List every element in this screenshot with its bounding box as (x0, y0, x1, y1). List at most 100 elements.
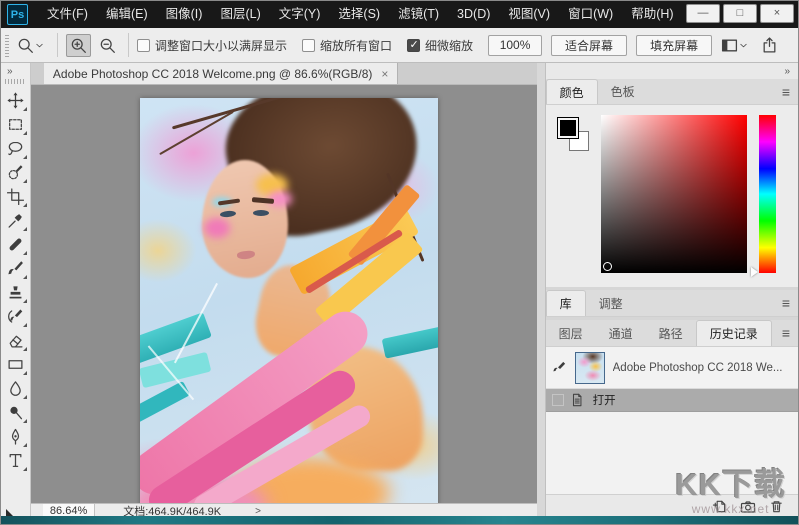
canvas-area[interactable] (31, 85, 537, 503)
delete-state-button[interactable] (769, 499, 784, 514)
flyout-corner (23, 443, 27, 447)
menu-item-6[interactable]: 滤镜(T) (389, 1, 448, 28)
paint-shard-teal (382, 325, 438, 358)
tool-type[interactable] (2, 448, 28, 472)
tool-pen[interactable] (2, 424, 28, 448)
new-document-from-state-button[interactable] (712, 499, 727, 514)
zoom-all-windows-checkbox[interactable] (302, 39, 315, 52)
screen-mode-control[interactable] (721, 37, 749, 54)
menu-item-10[interactable]: 帮助(H) (622, 1, 682, 28)
close-button[interactable]: × (760, 4, 794, 23)
tool-lasso[interactable] (2, 136, 28, 160)
layers-tab-2[interactable]: 路径 (646, 320, 696, 346)
tool-gradient[interactable] (2, 352, 28, 376)
separator (128, 33, 129, 57)
menu-item-8[interactable]: 视图(V) (499, 1, 559, 28)
zoom-tool-indicator[interactable] (17, 37, 45, 54)
tool-history-brush[interactable] (2, 304, 28, 328)
saturation-brightness-field[interactable] (601, 115, 747, 273)
tool-dodge[interactable] (2, 400, 28, 424)
toolbar-overflow-marker (6, 509, 13, 516)
library-tab-1[interactable]: 调整 (586, 290, 636, 316)
tool-move[interactable] (2, 88, 28, 112)
fit-screen-button[interactable]: 适合屏幕 (551, 35, 627, 56)
tool-crop[interactable] (2, 184, 28, 208)
resize-windows-checkbox[interactable] (137, 39, 150, 52)
toolbar-grip[interactable] (5, 79, 25, 84)
share-button[interactable] (757, 34, 782, 57)
maximize-button[interactable]: □ (723, 4, 757, 23)
tool-quick-select[interactable] (2, 160, 28, 184)
foreground-color-swatch[interactable] (557, 117, 579, 139)
camera-icon (740, 499, 756, 515)
fill-screen-button[interactable]: 填充屏幕 (636, 35, 712, 56)
color-tab-0[interactable]: 颜色 (546, 79, 598, 104)
layers-tab-3[interactable]: 历史记录 (696, 320, 772, 346)
tool-marquee[interactable] (2, 112, 28, 136)
photoshop-logo: Ps (7, 4, 28, 25)
history-state-row-open[interactable]: 打开 (546, 389, 798, 412)
color-field-selector[interactable] (603, 262, 612, 271)
scrubby-zoom-checkbox[interactable] (407, 39, 420, 52)
layers-panel-menu-icon[interactable]: ≡ (782, 325, 790, 341)
open-state-label: 打开 (593, 392, 616, 408)
dock-collapse-icon[interactable]: » (784, 66, 789, 77)
zoom-out-icon (99, 37, 116, 54)
flyout-corner (23, 347, 27, 351)
history-brush-source-icon[interactable] (552, 360, 567, 375)
tool-stamp[interactable] (2, 280, 28, 304)
library-panel-menu-icon[interactable]: ≡ (782, 295, 790, 311)
artwork-hair-strand (159, 111, 234, 155)
panel-dock: » 颜色色板 ≡ 库调整 ≡ (545, 63, 798, 518)
color-panel-menu-icon[interactable]: ≡ (782, 84, 790, 100)
library-tab-0[interactable]: 库 (546, 290, 586, 316)
tool-eraser[interactable] (2, 328, 28, 352)
tool-eyedropper[interactable] (2, 208, 28, 232)
pen-icon (7, 428, 24, 445)
menu-item-2[interactable]: 图像(I) (157, 1, 212, 28)
layers-tab-1[interactable]: 通道 (596, 320, 646, 346)
layers-tab-0[interactable]: 图层 (546, 320, 596, 346)
menu-item-5[interactable]: 选择(S) (329, 1, 389, 28)
tool-brush[interactable] (2, 256, 28, 280)
document-tab[interactable]: Adobe Photoshop CC 2018 Welcome.png @ 86… (44, 63, 399, 84)
options-grip[interactable] (5, 33, 9, 57)
menu-item-0[interactable]: 文件(F) (38, 1, 97, 28)
blur-icon (7, 380, 24, 397)
scrubby-zoom-option: 细微缩放 (407, 37, 473, 54)
minimize-button[interactable]: — (686, 4, 720, 23)
quick-select-icon (7, 164, 24, 181)
magnifier-icon (17, 37, 34, 54)
zoom-out-button[interactable] (95, 34, 120, 57)
chevron-down-icon (34, 40, 45, 51)
menu-item-4[interactable]: 文字(Y) (270, 1, 330, 28)
tool-blur[interactable] (2, 376, 28, 400)
tab-close-icon[interactable]: × (381, 67, 388, 81)
history-snapshot-row[interactable]: Adobe Photoshop CC 2018 We... (546, 347, 798, 389)
zoom-in-button[interactable] (66, 34, 91, 57)
hue-slider-marker[interactable] (751, 267, 758, 277)
history-source-checkbox[interactable] (552, 394, 564, 406)
eyedropper-icon (7, 212, 24, 229)
menu-item-7[interactable]: 3D(D) (448, 1, 499, 28)
menu-item-9[interactable]: 窗口(W) (559, 1, 622, 28)
new-snapshot-button[interactable] (740, 499, 756, 515)
zoom-100-button[interactable]: 100% (488, 35, 542, 56)
toolbar-collapse-icon[interactable]: » (1, 66, 12, 77)
color-tab-1[interactable]: 色板 (598, 79, 648, 104)
menu-item-1[interactable]: 编辑(E) (97, 1, 157, 28)
foreground-background-swatches[interactable] (557, 117, 601, 161)
type-icon (7, 452, 24, 469)
scrubby-zoom-label: 细微缩放 (425, 37, 473, 54)
tools-panel: » (1, 63, 31, 518)
photoshop-window: Ps 文件(F)编辑(E)图像(I)图层(L)文字(Y)选择(S)滤镜(T)3D… (0, 0, 799, 525)
open-image-artwork[interactable] (140, 98, 438, 503)
color-panel-body (546, 105, 798, 287)
history-panel: Adobe Photoshop CC 2018 We... 打开 (546, 347, 798, 494)
status-chevron-icon[interactable]: > (255, 506, 261, 517)
flyout-corner (23, 131, 27, 135)
artwork-eye (253, 210, 269, 216)
menu-item-3[interactable]: 图层(L) (211, 1, 269, 28)
hue-slider[interactable] (759, 115, 776, 273)
tool-healing[interactable] (2, 232, 28, 256)
